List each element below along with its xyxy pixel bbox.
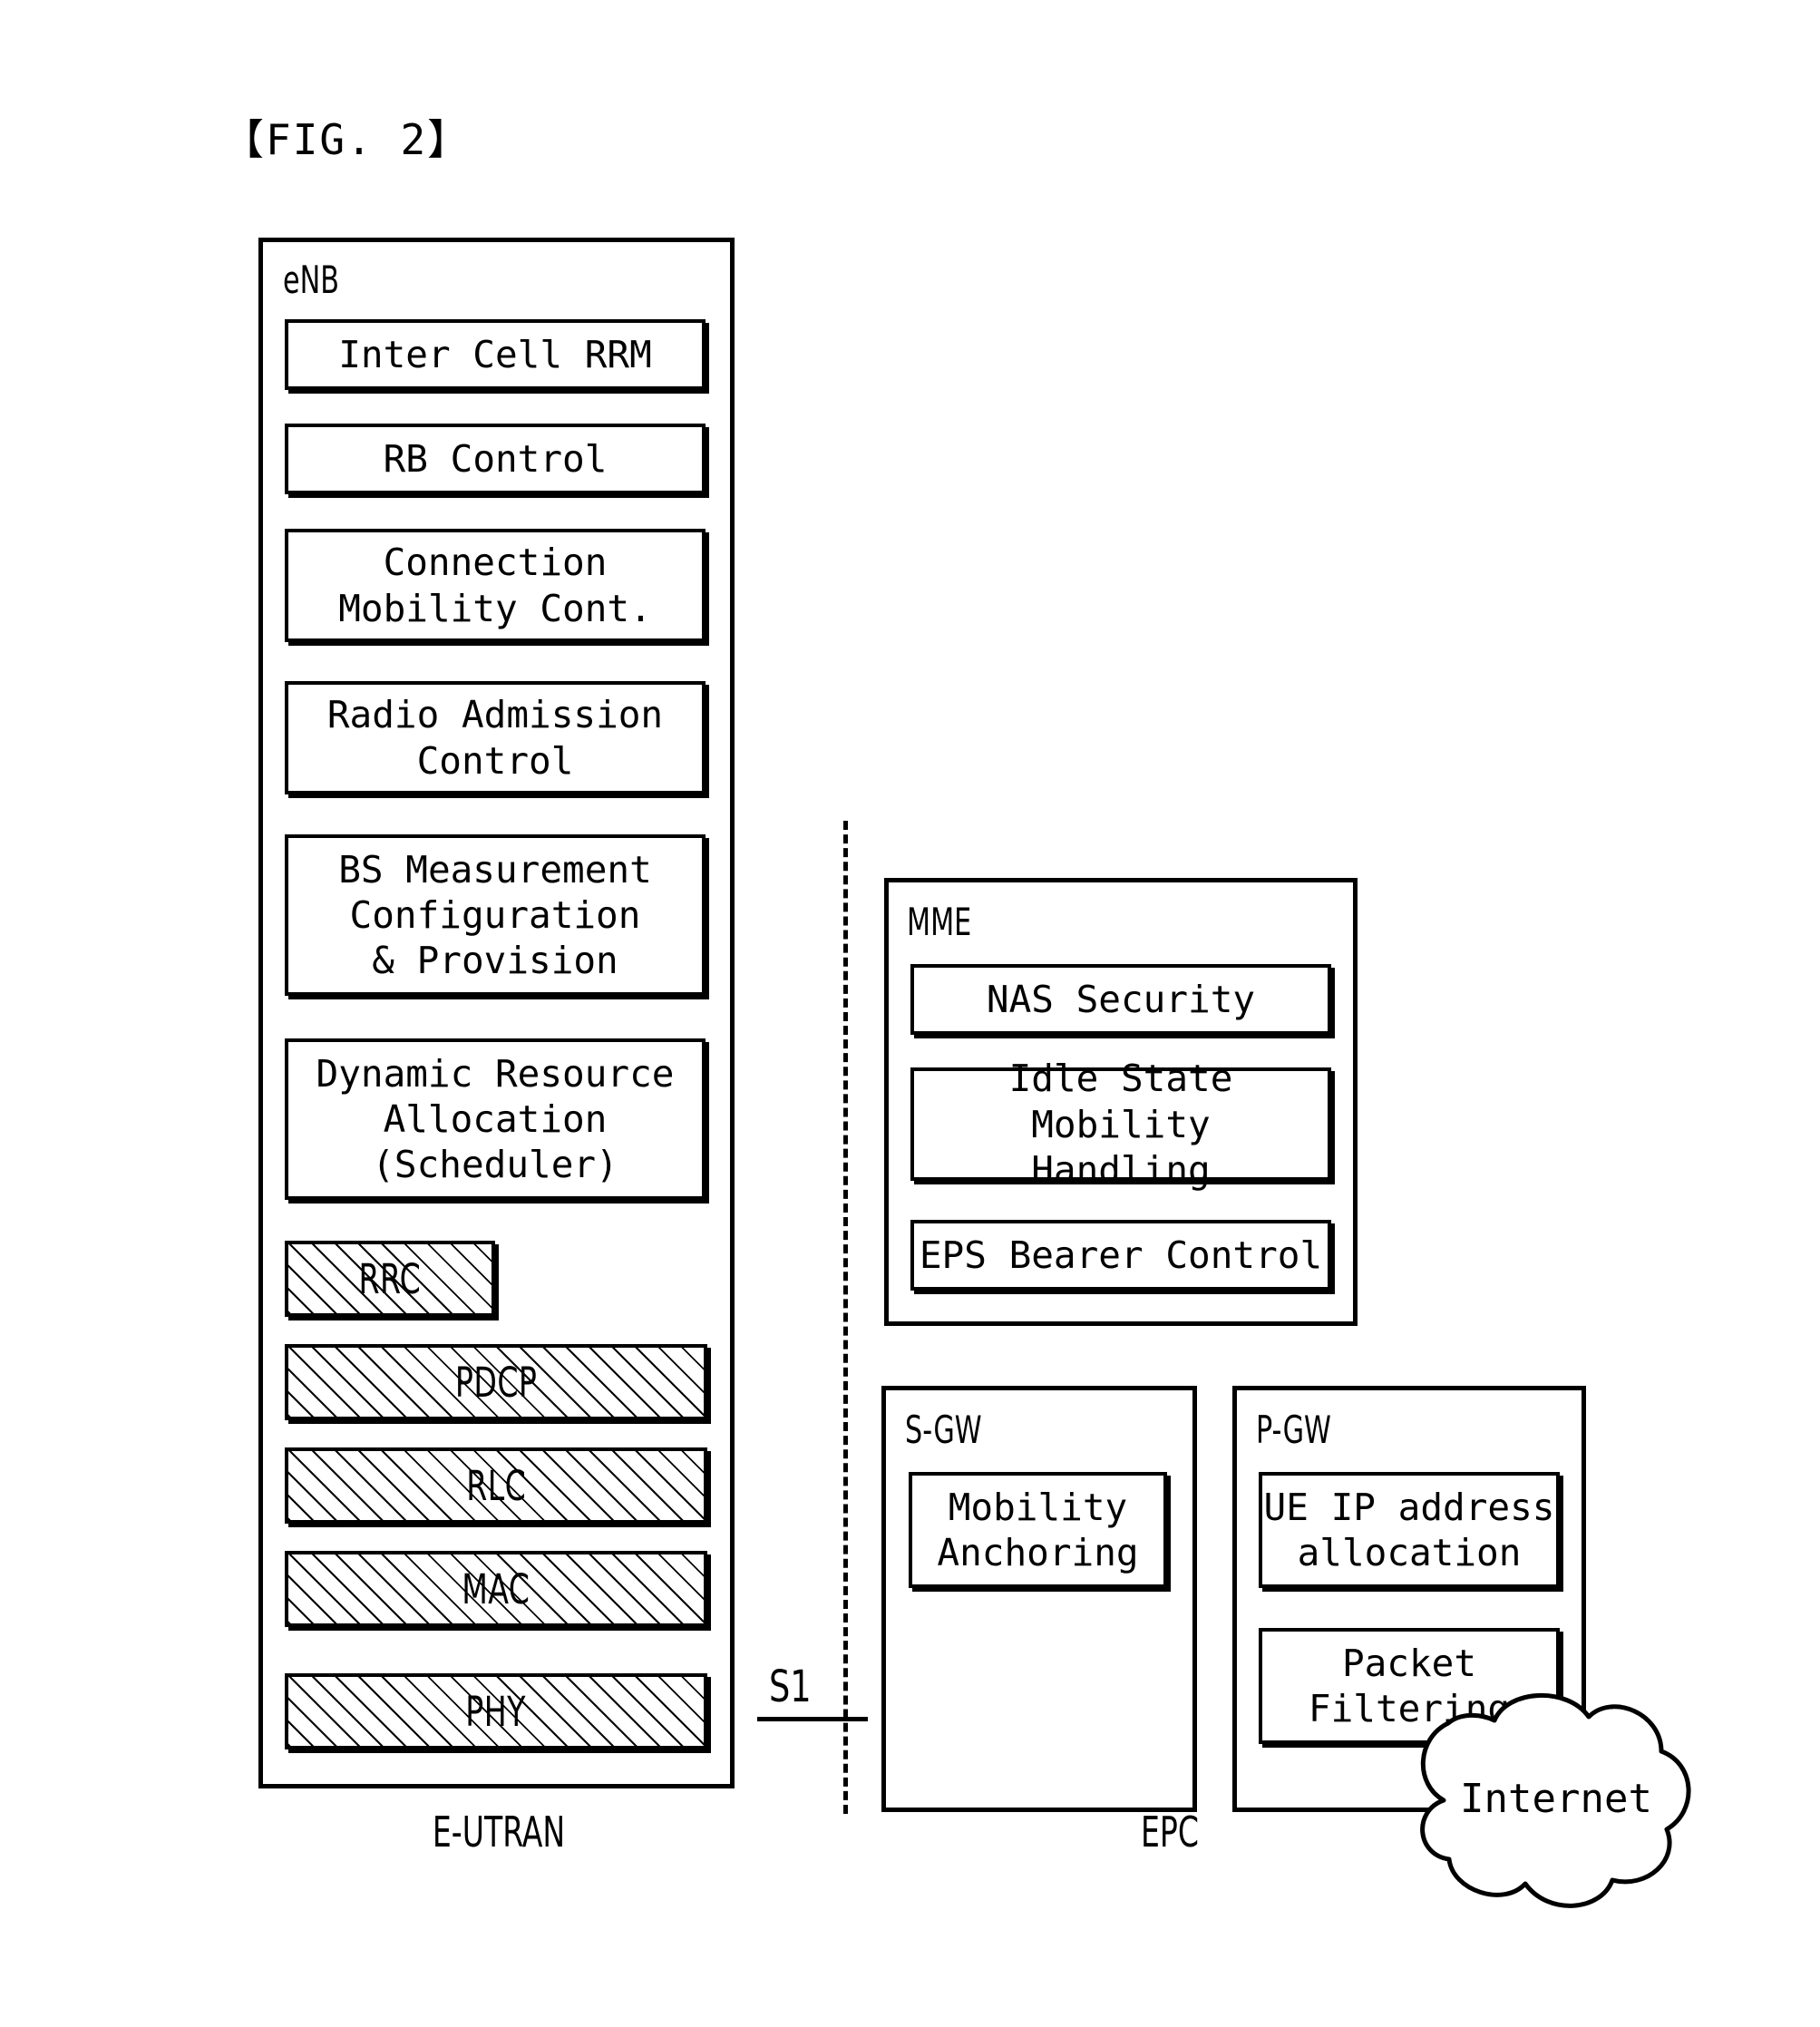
enb-function-inter-cell-rrm: Inter Cell RRM (285, 319, 706, 390)
enb-stack-mac: MAC (285, 1551, 707, 1627)
internet-cloud-label: Internet (1460, 1776, 1652, 1822)
enb-stack-rrc: RRC (285, 1241, 495, 1317)
enb-stack-rlc-label: RLC (466, 1461, 526, 1510)
eutran-epc-divider (843, 821, 848, 1814)
pgw-function-ue-ip-address-allocation: UE IP address allocation (1259, 1472, 1560, 1588)
enb-stack-pdcp: PDCP (285, 1344, 707, 1420)
pgw-label: P-GW (1256, 1408, 1331, 1452)
s1-interface-label: S1 (769, 1662, 812, 1712)
mme-label: MME (907, 900, 972, 944)
figure-title: 【FIG. 2】 (222, 115, 472, 164)
mme-function-nas-security: NAS Security (910, 964, 1331, 1035)
caption-e-utran: E-UTRAN (432, 1808, 566, 1856)
enb-stack-pdcp-label: PDCP (454, 1358, 538, 1407)
figure-canvas: 【FIG. 2】 eNB Inter Cell RRM RB Control C… (0, 0, 1820, 2027)
enb-function-bs-measurement-configuration-provision: BS Measurement Configuration & Provision (285, 834, 706, 996)
enb-stack-rrc-label: RRC (358, 1254, 422, 1303)
sgw-label: S-GW (905, 1408, 982, 1452)
enb-stack-mac-label: MAC (462, 1564, 530, 1613)
sgw-function-mobility-anchoring: Mobility Anchoring (909, 1472, 1167, 1588)
enb-label: eNB (283, 258, 339, 302)
caption-epc: EPC (1140, 1808, 1199, 1856)
mme-function-eps-bearer-control: EPS Bearer Control (910, 1220, 1331, 1291)
enb-function-radio-admission-control: Radio Admission Control (285, 681, 706, 794)
enb-stack-phy-label: PHY (465, 1687, 527, 1736)
enb-stack-rlc: RLC (285, 1447, 707, 1524)
enb-stack-phy: PHY (285, 1673, 707, 1749)
enb-function-dynamic-resource-allocation-scheduler: Dynamic Resource Allocation (Scheduler) (285, 1038, 706, 1200)
s1-interface-line (757, 1717, 868, 1721)
mme-function-idle-state-mobility-handling: Idle State Mobility Handling (910, 1057, 1331, 1192)
enb-function-connection-mobility-cont: Connection Mobility Cont. (285, 529, 706, 642)
enb-function-rb-control: RB Control (285, 424, 706, 494)
